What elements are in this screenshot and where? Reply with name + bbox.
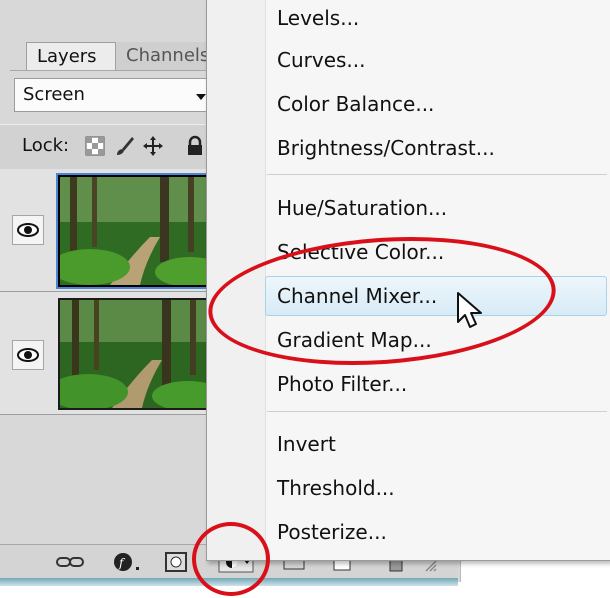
menu-item-curves[interactable]: Curves... [277, 40, 366, 80]
mask-icon[interactable] [164, 551, 188, 573]
move-icon[interactable] [142, 135, 164, 157]
layer-thumbnail[interactable] [58, 298, 218, 410]
lock-transparency-icon[interactable] [84, 135, 106, 157]
lock-row: Lock: [0, 124, 210, 170]
link-icon[interactable] [54, 551, 86, 573]
layer-row-bottom[interactable] [0, 292, 218, 415]
lock-icon[interactable] [184, 135, 206, 157]
tab-layers[interactable]: Layers [26, 42, 116, 70]
menu-item-posterize[interactable]: Posterize... [277, 512, 387, 552]
layer-thumbnail[interactable] [56, 173, 220, 289]
lock-label: Lock: [22, 135, 70, 156]
menu-item-color-balance[interactable]: Color Balance... [277, 84, 434, 124]
eye-icon[interactable] [12, 215, 44, 245]
panel-tabs: Layers Channels [10, 26, 226, 71]
fx-icon[interactable]: f [112, 551, 142, 573]
menu-separator [267, 174, 607, 175]
menu-item-invert[interactable]: Invert [277, 424, 336, 464]
chevron-down-icon [196, 94, 206, 100]
eye-icon[interactable] [12, 340, 44, 370]
layer-row-top[interactable] [0, 169, 220, 292]
menu-item-threshold[interactable]: Threshold... [277, 468, 395, 508]
brush-icon[interactable] [114, 135, 136, 157]
menu-item-levels[interactable]: Levels... [277, 0, 359, 38]
menu-item-photo-filter[interactable]: Photo Filter... [277, 364, 407, 404]
menu-item-hue-saturation[interactable]: Hue/Saturation... [277, 188, 447, 228]
blend-mode-select[interactable]: Screen [14, 78, 210, 112]
menu-item-brightness-contrast[interactable]: Brightness/Contrast... [277, 128, 495, 168]
annotation-oval-button [192, 522, 270, 596]
menu-separator [267, 411, 607, 412]
